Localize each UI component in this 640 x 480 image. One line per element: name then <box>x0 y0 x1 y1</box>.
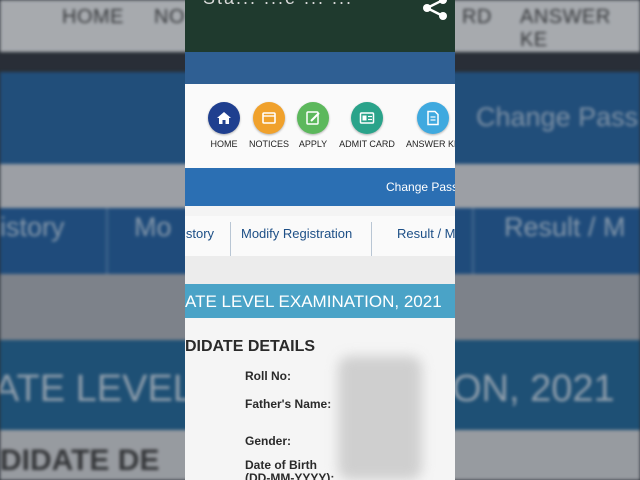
nav-admit-card[interactable]: ADMIT CARD <box>332 102 402 149</box>
tab-separator <box>371 222 372 256</box>
answer-key-icon <box>417 102 449 134</box>
candidate-details: DIDATE DETAILS Roll No: Father's Name: G… <box>185 318 455 480</box>
dob-label: Date of Birth <box>245 458 317 472</box>
dob-format-label: (DD-MM-YYYY): <box>245 471 335 480</box>
tab-separator <box>230 222 231 256</box>
apply-icon <box>297 102 329 134</box>
spacer <box>185 256 455 284</box>
tab-result[interactable]: Result / M <box>397 226 455 241</box>
change-password-link[interactable]: Change Pass <box>386 180 455 194</box>
exam-banner: ATE LEVEL EXAMINATION, 2021 <box>185 284 455 318</box>
gender-label: Gender: <box>245 434 292 448</box>
tab-bar: istory Modify Registration Result / M <box>185 216 455 257</box>
nav-answer-key-label: ANSWER KE <box>405 139 455 149</box>
phone-screen: Sta... ...e ... ... HOME NOTICES <box>185 0 455 480</box>
redacted-values <box>338 356 422 480</box>
candidate-details-heading: DIDATE DETAILS <box>185 338 316 355</box>
tab-history[interactable]: istory <box>185 226 214 241</box>
nav-strip <box>185 52 455 84</box>
share-icon[interactable] <box>419 0 451 26</box>
roll-no-label: Roll No: <box>245 369 291 383</box>
app-bar: Sta... ...e ... ... <box>185 0 455 52</box>
exam-title: ATE LEVEL EXAMINATION, 2021 <box>185 292 442 311</box>
nav-admit-card-label: ADMIT CARD <box>339 139 395 149</box>
father-name-label: Father's Name: <box>245 397 332 411</box>
spacer <box>185 206 455 216</box>
admit-card-icon <box>351 102 383 134</box>
tab-modify-registration[interactable]: Modify Registration <box>241 226 352 241</box>
nav-answer-key[interactable]: ANSWER KE <box>398 102 455 149</box>
change-password-bar: Change Pass <box>185 168 455 206</box>
icon-nav: HOME NOTICES APPLY ADMIT CARD ANSWER KE <box>185 84 455 168</box>
app-title: Sta... ...e ... ... <box>203 0 353 9</box>
